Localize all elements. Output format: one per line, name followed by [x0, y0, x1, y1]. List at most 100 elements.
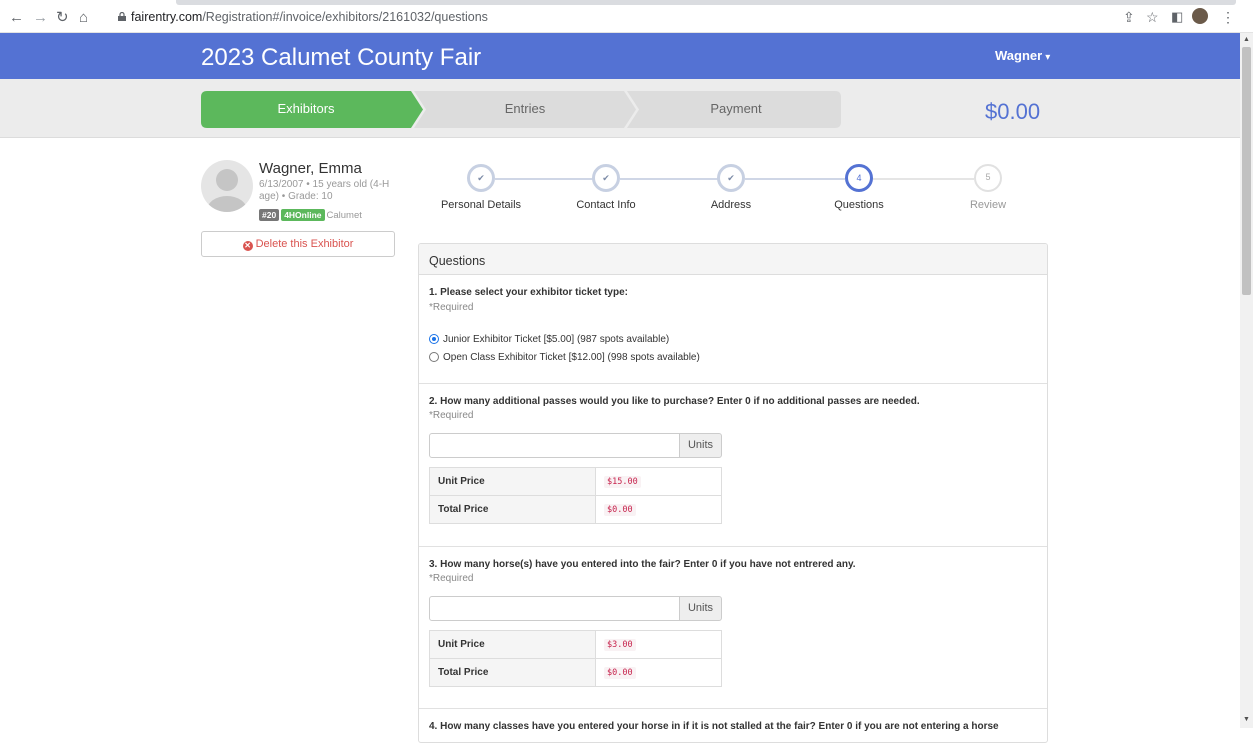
radio-button-checked[interactable] [429, 334, 439, 344]
radio-button[interactable] [429, 352, 439, 362]
wizard-step-address[interactable]: ✔ [717, 164, 745, 192]
back-arrow-icon[interactable]: ← [9, 10, 24, 25]
profile-avatar[interactable] [1192, 8, 1208, 24]
lock-icon [118, 12, 126, 21]
kebab-menu-icon[interactable]: ⋮ [1221, 9, 1235, 26]
program-badge: 4HOnline [281, 209, 325, 221]
scroll-up-arrow-icon[interactable]: ▲ [1243, 36, 1250, 43]
total-price-label: Total Price [429, 658, 596, 687]
delete-exhibitor-button[interactable]: ✕ Delete this Exhibitor [201, 231, 395, 257]
side-panel-icon[interactable]: ◧ [1171, 9, 1183, 25]
unit-price-value-cell: $3.00 [595, 630, 722, 659]
step-payment[interactable]: Payment [627, 91, 841, 128]
total-price-value: $0.00 [604, 666, 636, 679]
question-title: 3. How many horse(s) have you entered in… [429, 559, 856, 570]
table-row: Unit Price $15.00 [429, 467, 722, 496]
unit-price-label: Unit Price [429, 630, 596, 659]
page-scrollbar[interactable]: ▲ ▼ [1240, 33, 1253, 728]
step-entries-label: Entries [504, 101, 546, 116]
browser-toolbar: ← → ↻ ⌂ fairentry.com/Registration#/invo… [0, 0, 1253, 33]
questions-panel: Questions 1. Please select your exhibito… [418, 243, 1048, 743]
cart-total: $0.00 [985, 99, 1041, 124]
question-title: 1. Please select your exhibitor ticket t… [429, 287, 628, 298]
scroll-down-arrow-icon[interactable]: ▼ [1243, 716, 1250, 723]
wizard-step-review[interactable]: 5 [974, 164, 1002, 192]
units-addon: Units [679, 596, 722, 621]
table-row: Total Price $0.00 [429, 658, 722, 687]
table-row: Unit Price $3.00 [429, 630, 722, 659]
caret-down-icon: ▾ [1045, 52, 1051, 63]
question-title: 4. How many classes have you entered you… [429, 721, 999, 732]
question-horses-entered: 3. How many horse(s) have you entered in… [419, 547, 1047, 709]
horses-quantity-group: Units [429, 596, 722, 621]
forward-arrow-icon[interactable]: → [33, 10, 48, 25]
question-horse-classes: 4. How many classes have you entered you… [419, 709, 1047, 742]
progress-steps: Exhibitors Entries Payment $0.00 [0, 79, 1240, 138]
wizard-connector [745, 178, 845, 180]
wizard-label-contact-info: Contact Info [576, 199, 636, 211]
scroll-thumb[interactable] [1242, 47, 1251, 295]
bookmark-star-icon[interactable]: ☆ [1146, 9, 1159, 26]
delete-exhibitor-label: Delete this Exhibitor [255, 238, 354, 250]
units-addon: Units [679, 433, 722, 458]
table-row: Total Price $0.00 [429, 495, 722, 524]
wizard-label-address: Address [710, 199, 752, 211]
required-note: *Required [429, 410, 474, 421]
exhibitor-number-badge: #20 [259, 209, 280, 221]
total-price-label: Total Price [429, 495, 596, 524]
remove-circle-icon: ✕ [242, 241, 253, 251]
user-menu[interactable]: Wagner ▾ [995, 48, 1050, 63]
radio-label: Junior Exhibitor Ticket [$5.00] (987 spo… [443, 334, 670, 345]
avatar [201, 160, 253, 212]
radio-junior-ticket[interactable]: Junior Exhibitor Ticket [$5.00] (987 spo… [429, 334, 669, 345]
horses-price-table: Unit Price $3.00 Total Price $0.00 [429, 630, 722, 687]
reload-icon[interactable]: ↻ [56, 10, 69, 25]
step-payment-label: Payment [710, 101, 762, 116]
total-price-value-cell: $0.00 [595, 658, 722, 687]
fair-title[interactable]: 2023 Calumet County Fair [201, 44, 481, 72]
unit-price-value: $15.00 [604, 475, 641, 488]
tab-strip [176, 0, 1236, 5]
question-additional-passes: 2. How many additional passes would you … [419, 384, 1047, 547]
horses-quantity-input[interactable] [429, 596, 680, 621]
passes-quantity-group: Units [429, 433, 722, 458]
url-host: fairentry.com [131, 10, 203, 24]
url-path: /Registration#/invoice/exhibitors/216103… [202, 10, 488, 24]
wizard-connector [872, 178, 974, 180]
wizard-label-questions: Questions [834, 199, 884, 211]
exhibitor-name: Wagner, Emma [259, 160, 362, 177]
required-note: *Required [429, 302, 474, 313]
total-price-value: $0.00 [604, 503, 636, 516]
question-ticket-type: 1. Please select your exhibitor ticket t… [419, 275, 1047, 384]
step-entries[interactable]: Entries [414, 91, 636, 128]
exhibitor-badges: #20 4HOnline Calumet [259, 209, 362, 221]
total-price-value-cell: $0.00 [595, 495, 722, 524]
wizard-step-contact-info[interactable]: ✔ [592, 164, 620, 192]
share-icon[interactable]: ⇪ [1123, 9, 1135, 26]
person-silhouette-icon [207, 169, 247, 212]
site-header: 2023 Calumet County Fair Wagner ▾ [0, 33, 1240, 79]
passes-price-table: Unit Price $15.00 Total Price $0.00 [429, 467, 722, 524]
panel-heading: Questions [419, 244, 1047, 275]
wizard-label-review: Review [969, 199, 1007, 211]
step-exhibitors[interactable]: Exhibitors [201, 91, 423, 128]
user-name: Wagner [995, 48, 1043, 63]
exhibitor-details: 6/13/2007 • 15 years old (4-H age) • Gra… [259, 179, 390, 202]
wizard-connector [495, 178, 595, 180]
home-icon[interactable]: ⌂ [79, 10, 88, 25]
county-label: Calumet [326, 210, 362, 221]
radio-open-class-ticket[interactable]: Open Class Exhibitor Ticket [$12.00] (99… [429, 352, 700, 363]
wizard-connector [620, 178, 720, 180]
wizard-step-questions[interactable]: 4 [845, 164, 873, 192]
wizard-step-personal-details[interactable]: ✔ [467, 164, 495, 192]
radio-label: Open Class Exhibitor Ticket [$12.00] (99… [443, 352, 700, 363]
address-bar[interactable]: fairentry.com/Registration#/invoice/exhi… [131, 10, 488, 24]
question-title: 2. How many additional passes would you … [429, 396, 920, 407]
required-note: *Required [429, 573, 474, 584]
unit-price-value: $3.00 [604, 638, 636, 651]
passes-quantity-input[interactable] [429, 433, 680, 458]
unit-price-label: Unit Price [429, 467, 596, 496]
step-exhibitors-label: Exhibitors [277, 101, 335, 116]
unit-price-value-cell: $15.00 [595, 467, 722, 496]
wizard-label-personal-details: Personal Details [440, 199, 522, 211]
